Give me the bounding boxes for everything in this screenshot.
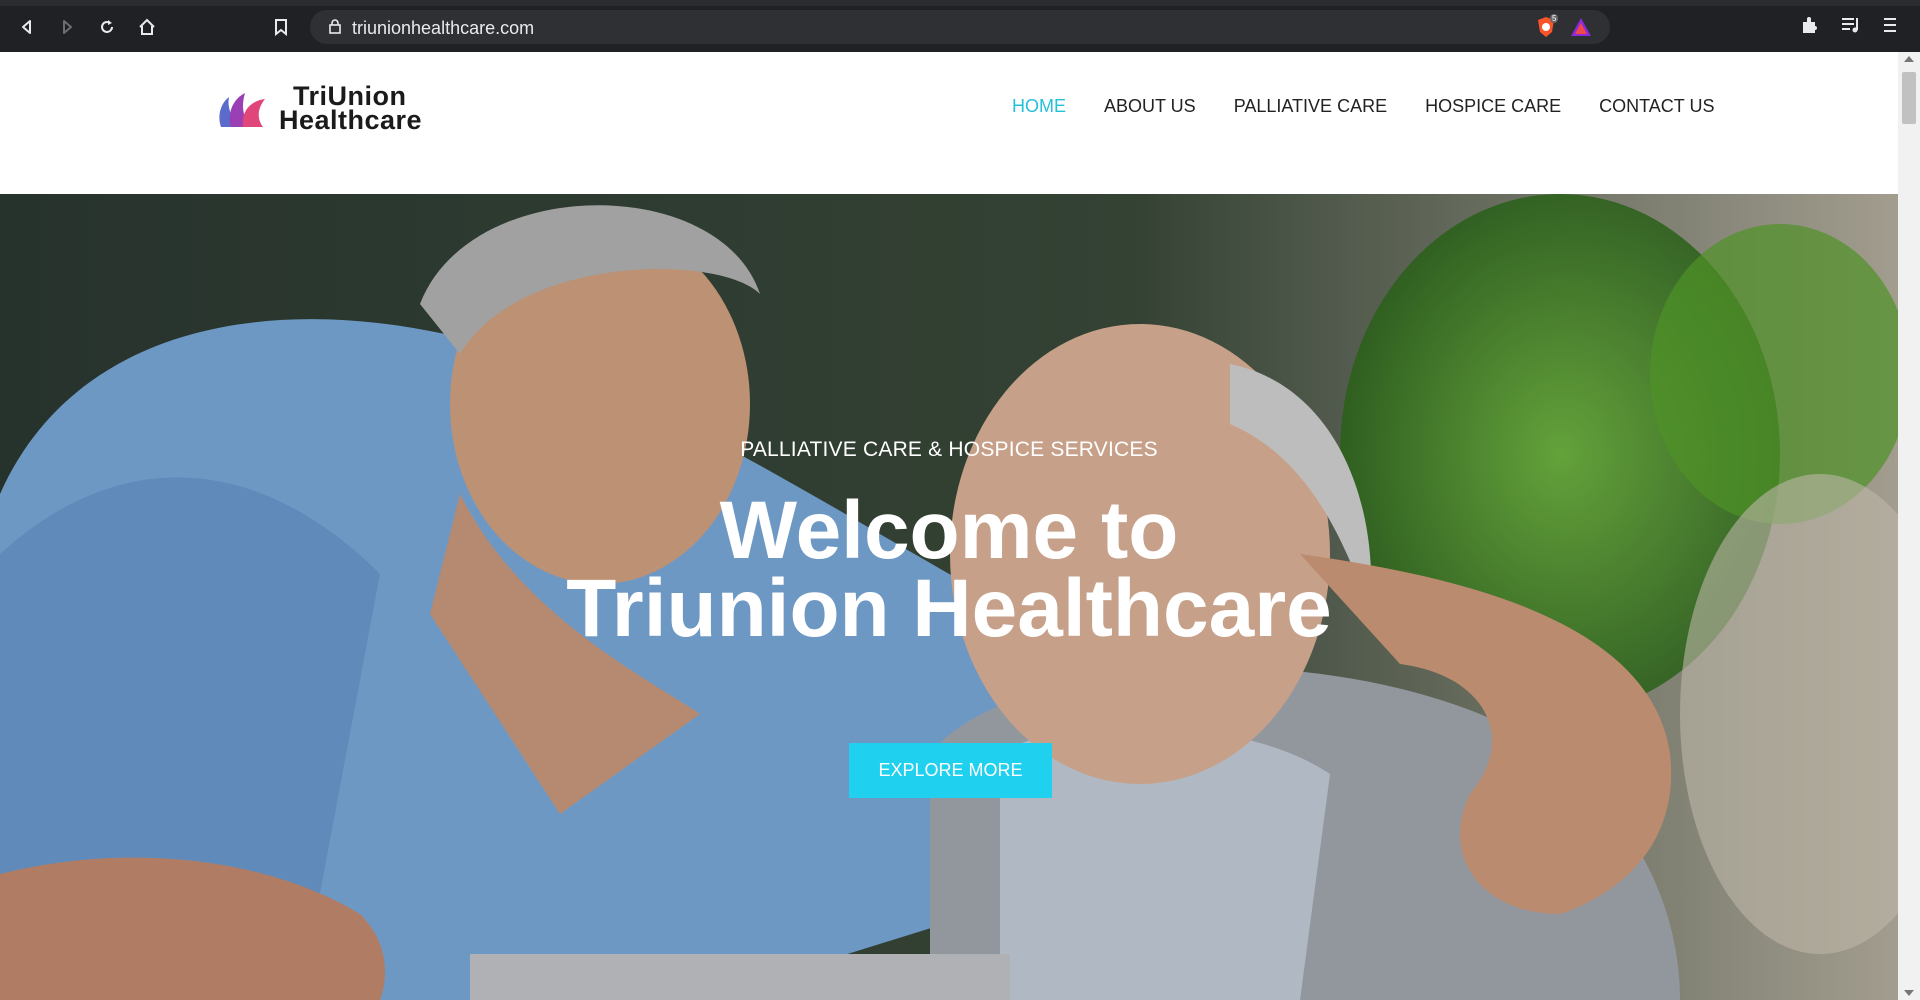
playlist-icon[interactable] (1840, 15, 1862, 40)
hero-subtitle: PALLIATIVE CARE & HOSPICE SERVICES (740, 438, 1158, 461)
browser-toolbar: triunionhealthcare.com 5 (0, 0, 1920, 52)
address-bar[interactable]: triunionhealthcare.com 5 (310, 10, 1610, 44)
url-text: triunionhealthcare.com (352, 18, 535, 38)
page-scrollbar[interactable] (1898, 52, 1920, 1000)
logo-petals-icon (219, 93, 265, 127)
nav-palliative-care[interactable]: PALLIATIVE CARE (1234, 96, 1387, 117)
logo-line2: Healthcare (279, 105, 423, 135)
hero-title-line1: Welcome to (719, 485, 1179, 576)
forward-icon[interactable] (54, 14, 80, 40)
extensions-icon[interactable] (1800, 15, 1820, 40)
main-nav: HOME ABOUT US PALLIATIVE CARE HOSPICE CA… (1012, 96, 1752, 117)
back-icon[interactable] (14, 14, 40, 40)
hero-title-line2: Triunion Healthcare (566, 563, 1332, 654)
nav-home[interactable]: HOME (1012, 96, 1066, 117)
site-logo[interactable]: TriUnion Healthcare (217, 83, 423, 135)
lock-icon (328, 18, 342, 39)
site-header: TriUnion Healthcare HOME ABOUT US PALLIA… (0, 52, 1898, 194)
shield-count-badge: 5 (1550, 14, 1559, 23)
hero-section: PALLIATIVE CARE & HOSPICE SERVICES Welco… (0, 194, 1898, 1000)
hero-title: Welcome to Triunion Healthcare (0, 485, 1898, 654)
brave-rewards-icon[interactable] (1570, 17, 1592, 42)
bookmark-icon[interactable] (268, 14, 294, 40)
menu-icon[interactable] (1882, 15, 1898, 40)
nav-contact-us[interactable]: CONTACT US (1599, 96, 1714, 117)
scrollbar-thumb[interactable] (1902, 72, 1916, 124)
brave-shield-icon[interactable]: 5 (1536, 14, 1559, 43)
explore-more-button[interactable]: EXPLORE MORE (849, 743, 1052, 798)
scroll-up-icon[interactable] (1904, 56, 1914, 62)
nav-hospice-care[interactable]: HOSPICE CARE (1425, 96, 1561, 117)
nav-about-us[interactable]: ABOUT US (1104, 96, 1196, 117)
reload-icon[interactable] (94, 14, 120, 40)
tab-strip (0, 0, 1920, 6)
home-icon[interactable] (134, 14, 160, 40)
logo-wordmark: TriUnion Healthcare (279, 83, 423, 135)
scroll-down-icon[interactable] (1904, 990, 1914, 996)
